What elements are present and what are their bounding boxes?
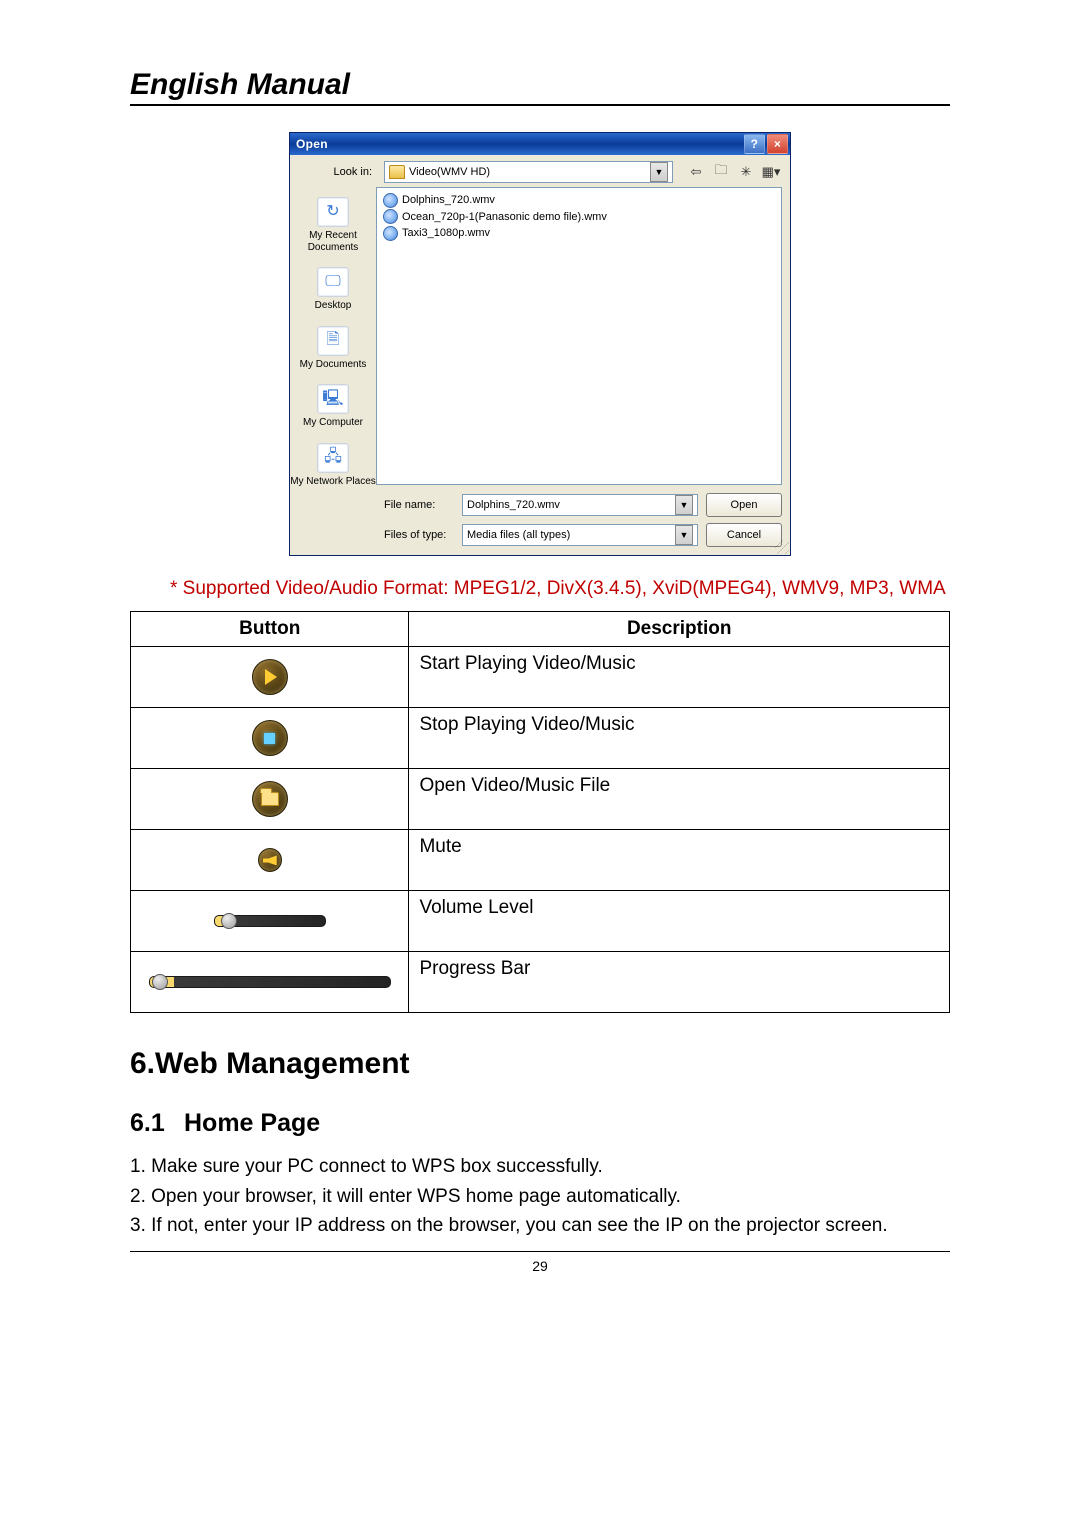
chevron-down-icon: ▼	[675, 495, 693, 515]
dialog-title: Open	[296, 137, 328, 151]
step-line: 1. Make sure your PC connect to WPS box …	[130, 1152, 950, 1181]
place-recent[interactable]: ↻ My Recent Documents	[290, 197, 376, 253]
desc-cell: Volume Level	[409, 891, 950, 952]
desc-cell: Open Video/Music File	[409, 769, 950, 830]
chevron-down-icon: ▼	[675, 525, 693, 545]
file-item[interactable]: Dolphins_720.wmv	[383, 192, 775, 209]
col-header-description: Description	[409, 612, 950, 647]
open-dialog-figure: Open ? × Look in: Video(WMV HD) ▼ ⇦ 🗀 ✳ …	[130, 132, 950, 556]
table-row: Mute	[131, 830, 950, 891]
desc-cell: Mute	[409, 830, 950, 891]
places-bar: ↻ My Recent Documents 🖵 Desktop 🗎 My Doc…	[290, 187, 376, 493]
chevron-down-icon: ▼	[650, 162, 668, 182]
mydocuments-icon: 🗎	[317, 326, 349, 356]
look-in-dropdown[interactable]: Video(WMV HD) ▼	[384, 161, 673, 183]
supported-formats-note: * Supported Video/Audio Format: MPEG1/2,…	[170, 574, 950, 603]
col-header-button: Button	[131, 612, 409, 647]
network-icon: 🖧	[317, 443, 349, 473]
mycomputer-icon: 🖳	[317, 384, 349, 414]
play-icon	[252, 659, 288, 695]
desc-cell: Stop Playing Video/Music	[409, 708, 950, 769]
look-in-label: Look in:	[298, 166, 378, 178]
desc-cell: Progress Bar	[409, 952, 950, 1013]
place-desktop[interactable]: 🖵 Desktop	[315, 267, 352, 312]
table-header-row: Button Description	[131, 612, 950, 647]
subsection-heading-home-page: 6.1Home Page	[130, 1109, 950, 1138]
file-list[interactable]: Dolphins_720.wmv Ocean_720p-1(Panasonic …	[376, 187, 782, 485]
file-item[interactable]: Taxi3_1080p.wmv	[383, 225, 775, 242]
table-row: Start Playing Video/Music	[131, 647, 950, 708]
place-network[interactable]: 🖧 My Network Places	[290, 443, 376, 488]
footer-rule	[130, 1251, 950, 1252]
stop-icon	[252, 720, 288, 756]
new-folder-icon[interactable]: ✳	[735, 161, 757, 183]
file-name-label: File name:	[384, 499, 454, 511]
cancel-button[interactable]: Cancel	[706, 523, 782, 547]
help-button[interactable]: ?	[744, 134, 765, 154]
progress-slider-icon	[149, 976, 391, 988]
table-row: Open Video/Music File	[131, 769, 950, 830]
step-line: 3. If not, enter your IP address on the …	[130, 1211, 950, 1240]
table-row: Volume Level	[131, 891, 950, 952]
views-icon[interactable]: ▦▾	[760, 161, 782, 183]
page-title: English Manual	[130, 68, 950, 106]
back-icon[interactable]: ⇦	[685, 161, 707, 183]
volume-slider-icon	[214, 915, 326, 927]
step-line: 2. Open your browser, it will enter WPS …	[130, 1182, 950, 1211]
table-row: Stop Playing Video/Music	[131, 708, 950, 769]
page-number: 29	[130, 1258, 950, 1274]
mute-icon	[258, 848, 282, 872]
desc-cell: Start Playing Video/Music	[409, 647, 950, 708]
up-icon[interactable]: 🗀	[710, 161, 732, 183]
desktop-icon: 🖵	[317, 267, 349, 297]
button-description-table: Button Description Start Playing Video/M…	[130, 611, 950, 1013]
resize-grip-icon[interactable]	[775, 540, 789, 554]
file-type-dropdown[interactable]: Media files (all types) ▼	[462, 524, 698, 546]
section-heading-web-management: 6.Web Management	[130, 1047, 950, 1081]
place-mydocuments[interactable]: 🗎 My Documents	[300, 326, 367, 371]
recent-icon: ↻	[317, 197, 349, 227]
open-dialog: Open ? × Look in: Video(WMV HD) ▼ ⇦ 🗀 ✳ …	[289, 132, 791, 556]
folder-icon	[389, 165, 405, 179]
table-row: Progress Bar	[131, 952, 950, 1013]
place-mycomputer[interactable]: 🖳 My Computer	[303, 384, 363, 429]
close-button[interactable]: ×	[767, 134, 788, 154]
file-type-label: Files of type:	[384, 529, 454, 541]
steps-text: 1. Make sure your PC connect to WPS box …	[130, 1152, 950, 1240]
open-button[interactable]: Open	[706, 493, 782, 517]
file-name-field[interactable]: Dolphins_720.wmv ▼	[462, 494, 698, 516]
open-file-icon	[252, 781, 288, 817]
file-item[interactable]: Ocean_720p-1(Panasonic demo file).wmv	[383, 209, 775, 226]
look-in-value: Video(WMV HD)	[409, 166, 490, 178]
